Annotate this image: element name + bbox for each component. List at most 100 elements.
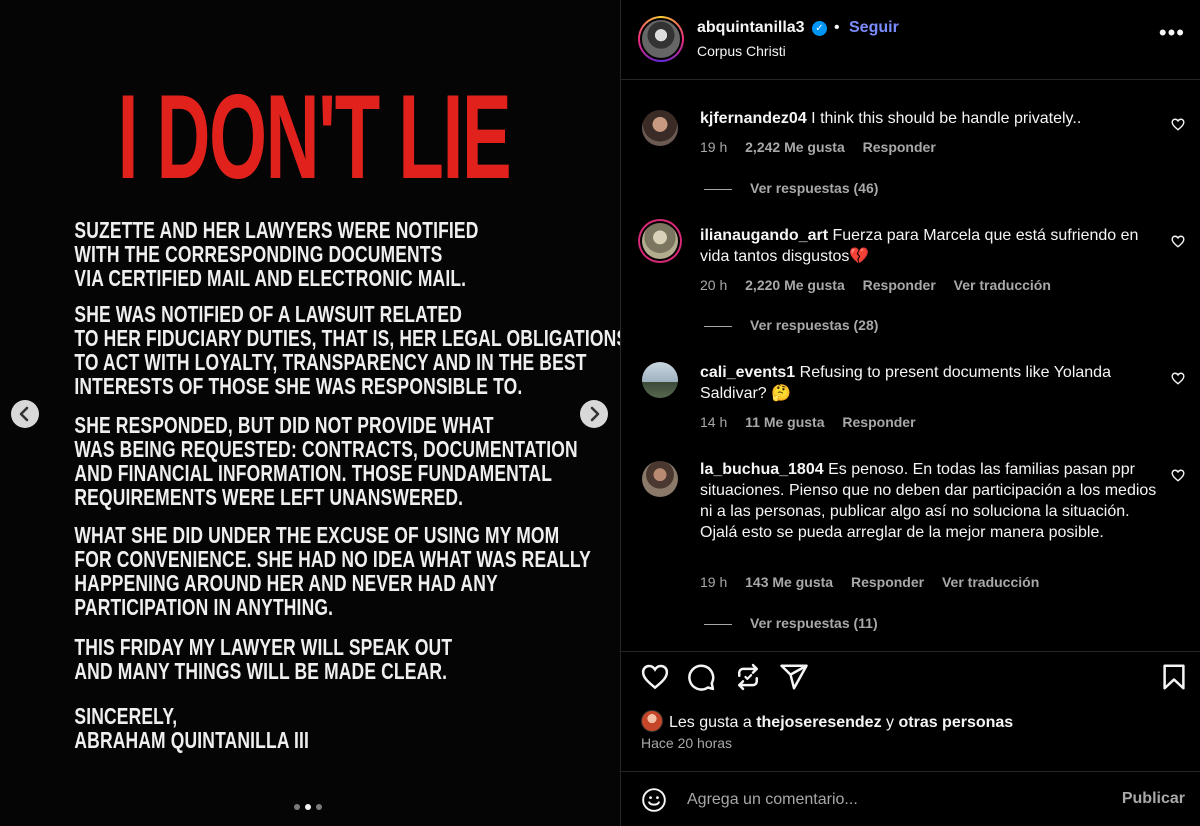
emoji-picker-button[interactable] — [641, 787, 667, 813]
view-replies-button[interactable]: Ver respuestas (11) — [704, 615, 878, 631]
view-replies-label: Ver respuestas (11) — [750, 615, 878, 631]
comment-time: 19 h — [700, 574, 728, 590]
heart-icon — [1171, 372, 1185, 385]
comment-time: 14 h — [700, 414, 728, 430]
comment-text-block: ilianaugando_art Fuerza para Marcela que… — [700, 225, 1160, 267]
bookmark-icon — [1163, 664, 1185, 690]
commenter-avatar[interactable] — [642, 362, 678, 398]
follow-button[interactable]: Seguir — [849, 19, 899, 37]
view-replies-label: Ver respuestas (28) — [750, 317, 879, 333]
post-line: VIA CERTIFIED MAIL AND ELECTRONIC MAIL. — [74, 265, 467, 291]
comment-meta: 20 h 2,220 Me gusta Responder Ver traduc… — [700, 277, 1065, 293]
carousel-dot — [294, 804, 300, 810]
commenter-avatar[interactable] — [642, 110, 678, 146]
comments-list: kjfernandez04 I think this should be han… — [621, 81, 1200, 651]
post-actions-bar — [621, 651, 1200, 701]
post-line: HAPPENING AROUND HER AND NEVER HAD ANY — [74, 570, 498, 596]
chevron-left-icon — [19, 406, 29, 422]
liker-username[interactable]: thejoseresendez — [756, 714, 881, 731]
comment-username[interactable]: la_buchua_1804 — [700, 461, 824, 478]
comment-reply-button[interactable]: Responder — [851, 574, 924, 590]
post-line: SHE RESPONDED, BUT DID NOT PROVIDE WHAT — [74, 412, 494, 438]
commenter-avatar[interactable] — [642, 461, 678, 497]
post-line: REQUIREMENTS WERE LEFT UNANSWERED. — [74, 484, 464, 510]
post-line: INTERESTS OF THOSE SHE WAS RESPONSIBLE T… — [74, 373, 523, 399]
author-username[interactable]: abquintanilla3 — [697, 19, 805, 37]
comment-like-button[interactable] — [1171, 469, 1185, 485]
post-paragraph-4: WHAT SHE DID UNDER THE EXCUSE OF USING M… — [74, 522, 591, 619]
comment-likes[interactable]: 11 Me gusta — [745, 414, 824, 430]
view-replies-button[interactable]: Ver respuestas (28) — [704, 317, 878, 333]
comment-input[interactable] — [687, 789, 1087, 811]
replies-divider — [704, 623, 732, 625]
post-line: SUZETTE AND HER LAWYERS WERE NOTIFIED — [74, 217, 479, 243]
comment-meta: 14 h 11 Me gusta Responder — [700, 414, 930, 430]
likes-others-link[interactable]: otras personas — [898, 714, 1013, 731]
heart-icon — [1171, 118, 1185, 131]
comment-text-block: cali_events1 Refusing to present documen… — [700, 362, 1160, 404]
comment-translate-button[interactable]: Ver traducción — [942, 574, 1039, 590]
comment-reply-button[interactable]: Responder — [842, 414, 915, 430]
heart-icon — [641, 664, 669, 690]
comment-translate-button[interactable]: Ver traducción — [954, 277, 1051, 293]
carousel-next-button[interactable] — [580, 400, 608, 428]
carousel-dot-active — [305, 804, 311, 810]
liker-avatar[interactable] — [641, 710, 663, 732]
post-timestamp[interactable]: Hace 20 horas — [641, 735, 732, 751]
carousel-dot — [316, 804, 322, 810]
save-button[interactable] — [1159, 662, 1189, 692]
post-paragraph-2: SHE WAS NOTIFIED OF A LAWSUIT RELATED TO… — [74, 301, 620, 399]
comment-likes[interactable]: 143 Me gusta — [745, 574, 833, 590]
comment-like-button[interactable] — [1171, 118, 1185, 134]
comment-reply-button[interactable]: Responder — [863, 277, 936, 293]
post-line: THIS FRIDAY MY LAWYER WILL SPEAK OUT — [74, 634, 453, 660]
view-replies-button[interactable]: Ver respuestas (46) — [704, 180, 878, 196]
comment-composer: Publicar — [621, 771, 1200, 826]
comment-username[interactable]: ilianaugando_art — [700, 227, 828, 244]
view-replies-label: Ver respuestas (46) — [750, 180, 879, 196]
post-line: FOR CONVENIENCE. SHE HAD NO IDEA WHAT WA… — [74, 546, 591, 572]
like-button[interactable] — [640, 662, 670, 692]
verified-badge-icon: ✓ — [812, 21, 827, 36]
commenter-avatar[interactable] — [642, 223, 678, 259]
chevron-right-icon — [590, 406, 600, 422]
comment-username[interactable]: kjfernandez04 — [700, 110, 807, 127]
likes-conjunction: y — [886, 714, 895, 731]
comment-text: I think this should be handle privately.… — [811, 110, 1082, 127]
send-icon — [780, 664, 808, 690]
comment-like-button[interactable] — [1171, 372, 1185, 388]
post-line: AND FINANCIAL INFORMATION. THOSE FUNDAME… — [74, 460, 553, 486]
comment-time: 19 h — [700, 139, 728, 155]
post-line: SHE WAS NOTIFIED OF A LAWSUIT RELATED — [74, 301, 462, 327]
comment-like-button[interactable] — [1171, 235, 1185, 251]
repost-button[interactable] — [733, 662, 763, 692]
comment-button[interactable] — [686, 662, 716, 692]
comment-bubble-icon — [688, 664, 715, 691]
post-paragraph-5: THIS FRIDAY MY LAWYER WILL SPEAK OUT AND… — [74, 635, 545, 683]
comment-likes[interactable]: 2,220 Me gusta — [745, 277, 845, 293]
comment-text-block: kjfernandez04 I think this should be han… — [700, 108, 1160, 129]
comment-likes[interactable]: 2,242 Me gusta — [745, 139, 845, 155]
likes-summary: Les gusta a thejoseresendez y otras pers… — [641, 710, 1013, 732]
carousel-prev-button[interactable] — [11, 400, 39, 428]
post-line: ABRAHAM QUINTANILLA III — [74, 727, 310, 753]
share-button[interactable] — [779, 662, 809, 692]
comment-username[interactable]: cali_events1 — [700, 364, 795, 381]
post-location[interactable]: Corpus Christi — [697, 43, 786, 59]
post-paragraph-1: SUZETTE AND HER LAWYERS WERE NOTIFIED WI… — [74, 218, 545, 290]
comment-meta: 19 h 2,242 Me gusta Responder — [700, 139, 950, 155]
author-avatar[interactable] — [638, 16, 684, 62]
header-separator: • — [834, 19, 840, 36]
carousel-indicator — [294, 804, 322, 810]
more-options-icon[interactable]: ••• — [1159, 22, 1185, 44]
heart-icon — [1171, 469, 1185, 482]
heart-icon — [1171, 235, 1185, 248]
post-sidebar: abquintanilla3 ✓ • Seguir Corpus Christi… — [620, 0, 1200, 826]
post-header: abquintanilla3 ✓ • Seguir Corpus Christi… — [621, 0, 1200, 80]
comment-reply-button[interactable]: Responder — [863, 139, 936, 155]
publish-button[interactable]: Publicar — [1122, 790, 1185, 808]
post-line: WHAT SHE DID UNDER THE EXCUSE OF USING M… — [74, 522, 560, 548]
comment-time: 20 h — [700, 277, 728, 293]
post-line: TO ACT WITH LOYALTY, TRANSPARENCY AND IN… — [74, 349, 587, 375]
post-line: SINCERELY, — [74, 703, 178, 729]
